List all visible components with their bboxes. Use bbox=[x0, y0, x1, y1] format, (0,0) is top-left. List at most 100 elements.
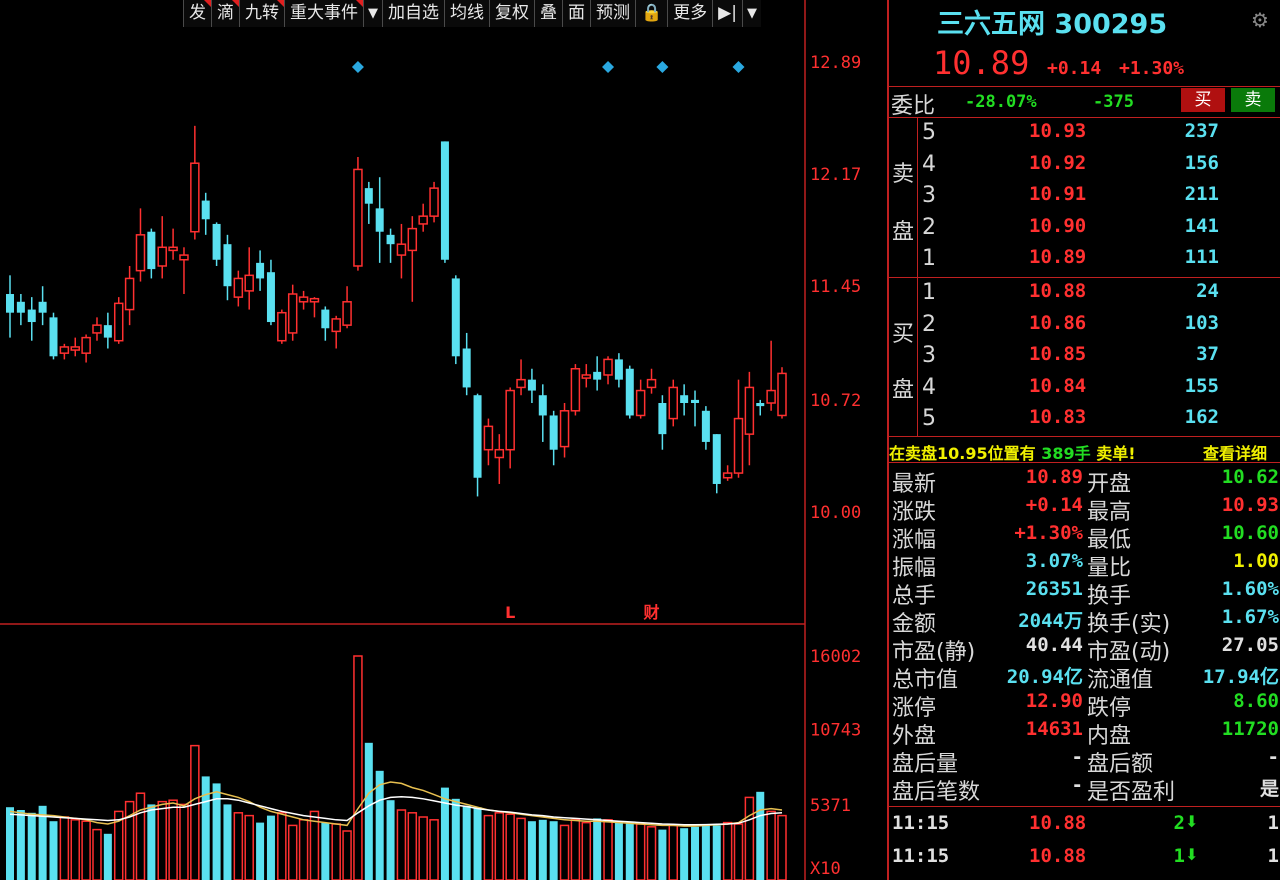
toolbar-item-2[interactable]: 九转 bbox=[239, 0, 284, 27]
buy_levels-n: 1 bbox=[922, 280, 936, 305]
candle bbox=[701, 406, 710, 450]
candle bbox=[92, 317, 102, 341]
candle bbox=[266, 259, 275, 326]
event-marker[interactable] bbox=[351, 61, 364, 73]
event-marker[interactable] bbox=[602, 61, 615, 73]
stat-v: 14631 bbox=[1025, 718, 1083, 740]
toolbar-item-8[interactable]: 叠 bbox=[534, 0, 562, 27]
tick-p: 10.88 bbox=[1029, 845, 1087, 867]
notice-text: 在卖盘10.95位置有 bbox=[889, 444, 1036, 463]
candle bbox=[321, 306, 330, 341]
volume-bar bbox=[244, 814, 254, 880]
chart-toolbar: 发滴九转 重大事件 ▼ 加自选 均线 复权叠面预测 🔒 更多 ▶| ▼ bbox=[183, 0, 761, 28]
candle bbox=[386, 228, 395, 263]
candle bbox=[49, 312, 58, 360]
candle bbox=[256, 250, 265, 291]
toolbar-item-9[interactable]: 面 bbox=[562, 0, 590, 27]
candle bbox=[157, 216, 167, 279]
volume-bar bbox=[201, 776, 210, 880]
volume-bar bbox=[342, 830, 352, 880]
candle bbox=[646, 368, 657, 394]
stat-l: 盘后笔数 bbox=[892, 780, 981, 805]
stat-v: +0.14 bbox=[1025, 494, 1083, 516]
toolbar-item-0[interactable]: 发 bbox=[183, 0, 211, 27]
buy_levels-n: 2 bbox=[922, 311, 936, 337]
stat-v: 10.89 bbox=[1025, 466, 1083, 488]
price-change: +0.14 bbox=[1047, 58, 1102, 79]
candle bbox=[614, 353, 623, 388]
candle bbox=[27, 297, 36, 341]
volume-bar bbox=[321, 822, 330, 880]
bottom-marker[interactable]: 财 bbox=[643, 603, 660, 622]
event-marker[interactable] bbox=[732, 61, 745, 73]
sell_levels-p: 10.92 bbox=[1029, 151, 1087, 174]
sell_levels-n: 4 bbox=[922, 151, 936, 177]
volume-bar bbox=[614, 821, 623, 880]
sell_levels-p: 10.93 bbox=[1029, 120, 1087, 142]
toolbar-item-5[interactable]: 加自选 bbox=[382, 0, 444, 27]
sell_levels-n: 2 bbox=[922, 214, 936, 240]
volume-bar bbox=[646, 826, 657, 880]
candle bbox=[81, 334, 91, 363]
stat-l2: 是否盈利 bbox=[1087, 780, 1176, 805]
volume-tick: X10 bbox=[810, 859, 841, 879]
candle bbox=[777, 367, 787, 419]
toolbar-item-10[interactable]: 预测 bbox=[590, 0, 635, 27]
buy_levels-v: 24 bbox=[1196, 280, 1219, 302]
price-tick: 10.72 bbox=[810, 391, 861, 411]
stat-v: +1.30% bbox=[1014, 522, 1083, 544]
volume-bar bbox=[157, 800, 167, 880]
price-tick: 12.89 bbox=[810, 53, 861, 73]
buy_levels-p: 10.83 bbox=[1029, 406, 1087, 428]
toolbar-item-4[interactable]: ▼ bbox=[363, 0, 382, 27]
stock-code: 300295 bbox=[1054, 9, 1168, 40]
volume-bar bbox=[593, 818, 602, 880]
gear-icon[interactable]: ⚙ bbox=[1251, 8, 1269, 32]
price-change-pct: +1.30% bbox=[1119, 58, 1185, 79]
volume-bar bbox=[233, 812, 244, 880]
toolbar-item-14[interactable]: ▼ bbox=[741, 0, 761, 27]
candle bbox=[135, 208, 146, 282]
price-tick: 11.45 bbox=[810, 277, 861, 297]
toolbar-item-11[interactable]: 🔒 bbox=[635, 0, 668, 27]
toolbar-item-1[interactable]: 滴 bbox=[211, 0, 239, 27]
buy_levels-n: 5 bbox=[922, 406, 936, 431]
candle bbox=[635, 379, 646, 419]
stock-name: 三六五网 bbox=[937, 9, 1045, 40]
volume-bar bbox=[386, 800, 395, 880]
tick-p: 10.88 bbox=[1029, 812, 1087, 834]
event-marker[interactable] bbox=[656, 61, 669, 73]
buy-button[interactable]: 买 bbox=[1181, 88, 1225, 112]
volume-bar bbox=[70, 819, 80, 880]
price-tick: 12.17 bbox=[810, 165, 861, 185]
stat-v2: 10.62 bbox=[1221, 466, 1279, 488]
volume-tick: 5371 bbox=[810, 796, 851, 816]
sell_levels-v: 211 bbox=[1184, 183, 1219, 205]
candle bbox=[668, 379, 679, 427]
volume-bar bbox=[331, 823, 341, 880]
toolbar-item-7[interactable]: 复权 bbox=[489, 0, 534, 27]
volume-bar bbox=[212, 783, 221, 880]
volume-bar bbox=[223, 804, 232, 880]
sell_levels-p: 10.90 bbox=[1029, 214, 1087, 237]
tick-t: 11:15 bbox=[892, 845, 950, 867]
toolbar-item-6[interactable]: 均线 bbox=[444, 0, 489, 27]
volume-bar bbox=[722, 821, 733, 880]
bottom-marker[interactable]: L bbox=[505, 603, 515, 622]
candle bbox=[364, 181, 373, 224]
notice-type: 卖单! bbox=[1096, 444, 1136, 463]
volume-bar bbox=[27, 812, 36, 880]
kline-chart[interactable]: L 财 12.89 12.17 11.45 10.72 10.00 16002 10743 53… bbox=[0, 0, 890, 880]
toolbar-item-3[interactable]: 重大事件 bbox=[284, 0, 363, 27]
tick-t: 11:15 bbox=[892, 812, 950, 834]
candle bbox=[712, 434, 721, 494]
sell-button[interactable]: 卖 bbox=[1231, 88, 1275, 112]
buy_levels-v: 155 bbox=[1184, 374, 1219, 397]
candle bbox=[722, 465, 733, 481]
buy_levels-p: 10.84 bbox=[1029, 374, 1087, 397]
notice-detail-link[interactable]: 查看详细 bbox=[1203, 440, 1267, 464]
volume-bar bbox=[549, 821, 558, 880]
toolbar-item-12[interactable]: 更多 bbox=[667, 0, 713, 27]
toolbar-item-13[interactable]: ▶| bbox=[712, 0, 742, 27]
candle bbox=[680, 384, 689, 416]
